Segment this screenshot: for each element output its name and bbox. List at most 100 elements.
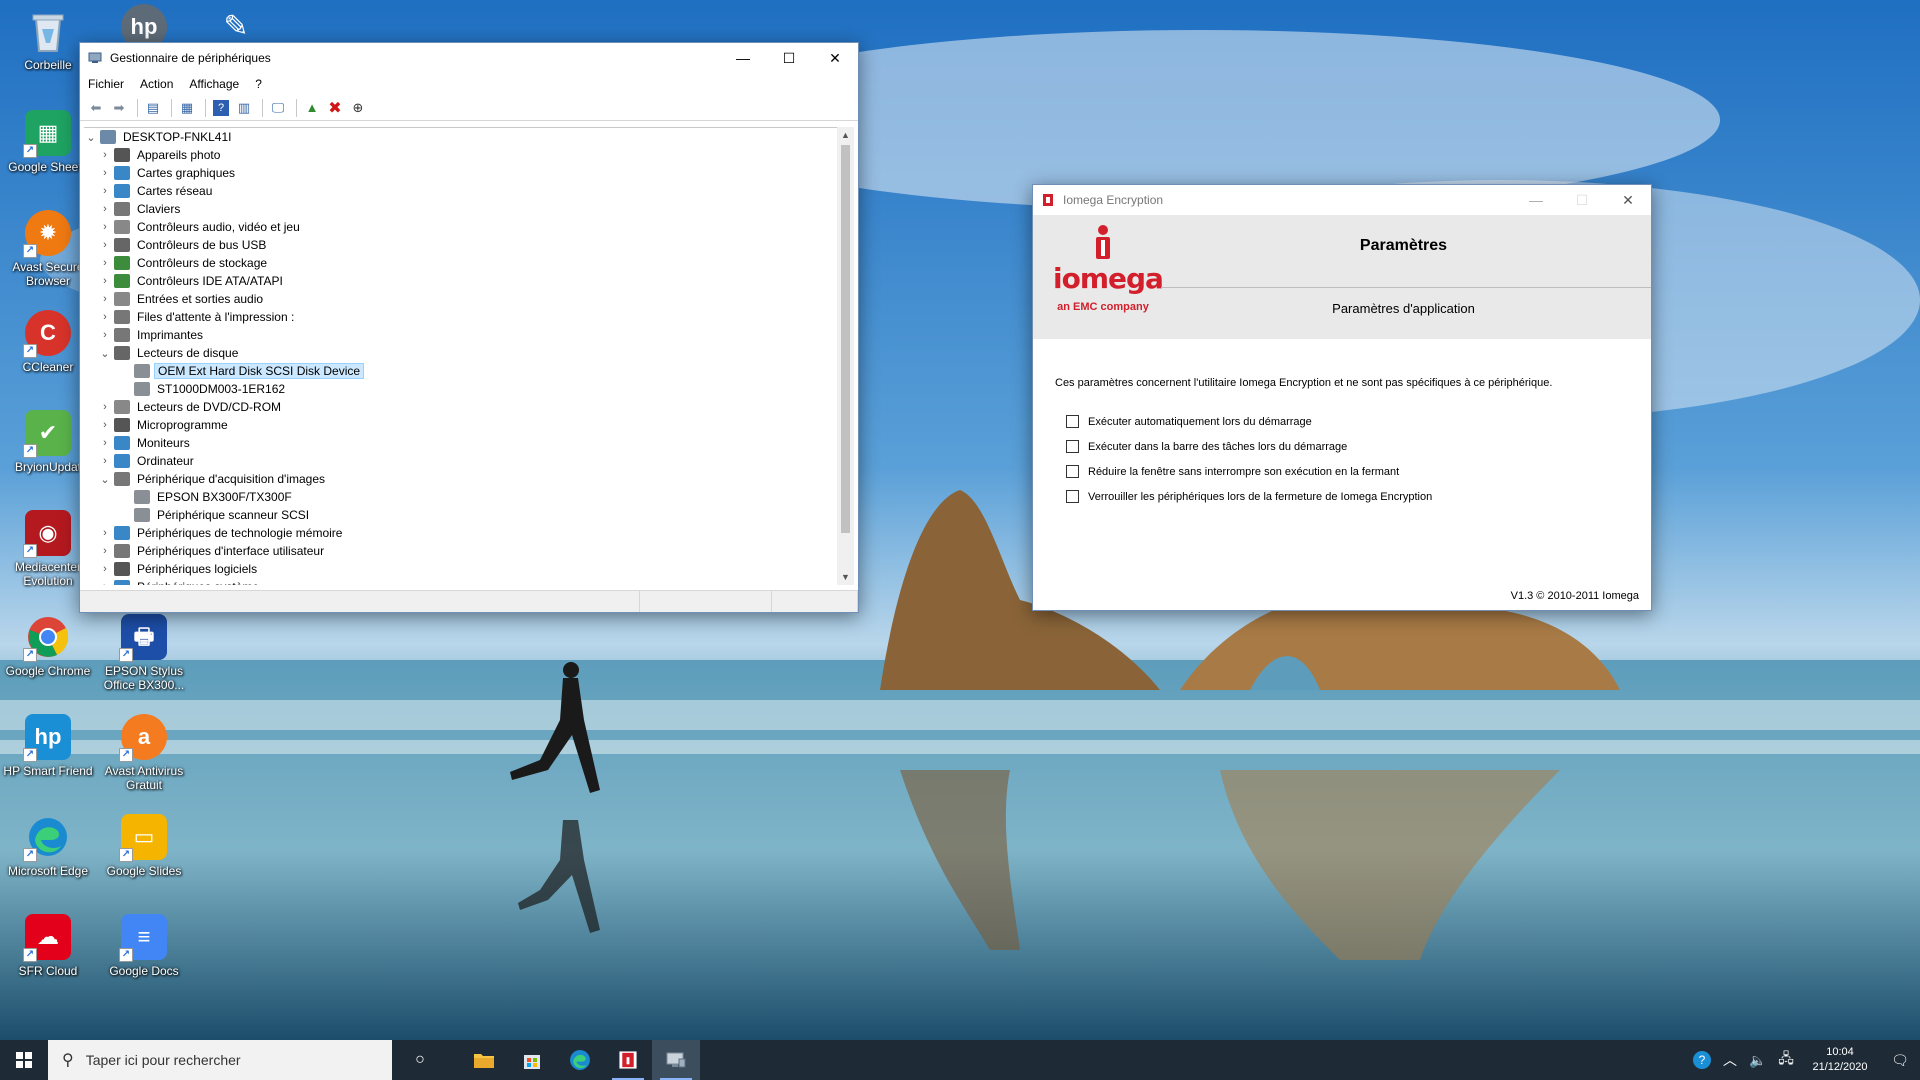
tree-category[interactable]: › Moniteurs — [84, 434, 839, 452]
chevron-right-icon[interactable]: › — [98, 239, 112, 251]
chevron-right-icon[interactable]: › — [98, 581, 112, 585]
scan-hardware-button[interactable]: 🖵 — [268, 98, 288, 118]
taskbar-store[interactable] — [508, 1040, 556, 1080]
tree-device[interactable]: ST1000DM003-1ER162 — [84, 380, 839, 398]
checkbox[interactable] — [1066, 490, 1079, 503]
option-autostart[interactable]: Exécuter automatiquement lors du démarra… — [1066, 415, 1312, 428]
chevron-right-icon[interactable]: › — [98, 149, 112, 161]
desktop-icon-google-docs[interactable]: ≡ ↗ Google Docs — [98, 914, 190, 978]
tree-category[interactable]: › Microprogramme — [84, 416, 839, 434]
chevron-down-icon[interactable]: ⌄ — [98, 347, 112, 360]
clock[interactable]: 10:04 21/12/2020 — [1800, 1045, 1880, 1075]
tree-category[interactable]: › Périphériques de technologie mémoire — [84, 524, 839, 542]
tree-category[interactable]: › Imprimantes — [84, 326, 839, 344]
tree-category[interactable]: › Périphériques d'interface utilisateur — [84, 542, 839, 560]
tree-category[interactable]: › Contrôleurs de bus USB — [84, 236, 839, 254]
scroll-up-icon[interactable]: ▲ — [837, 127, 854, 143]
taskbar-edge[interactable] — [556, 1040, 604, 1080]
tree-category[interactable]: › Entrées et sorties audio — [84, 290, 839, 308]
checkbox[interactable] — [1066, 415, 1079, 428]
properties-button[interactable]: ▦ — [177, 98, 197, 118]
chevron-right-icon[interactable]: › — [98, 563, 112, 575]
taskbar-device-manager[interactable] — [652, 1040, 700, 1080]
tree-category[interactable]: › Files d'attente à l'impression : — [84, 308, 839, 326]
chevron-right-icon[interactable]: › — [98, 185, 112, 197]
menu-action[interactable]: Action — [140, 77, 173, 91]
minimize-button[interactable]: — — [1513, 185, 1559, 215]
tree-category[interactable]: › Périphériques système — [84, 578, 839, 585]
desktop-icon-chrome[interactable]: ↗ Google Chrome — [2, 614, 94, 678]
scrollbar-thumb[interactable] — [841, 145, 850, 533]
back-button[interactable]: ⬅ — [86, 98, 106, 118]
chevron-right-icon[interactable]: › — [98, 293, 112, 305]
desktop-icon-edge[interactable]: ↗ Microsoft Edge — [2, 814, 94, 878]
scroll-down-icon[interactable]: ▼ — [837, 569, 854, 585]
chevron-right-icon[interactable]: › — [98, 167, 112, 179]
tree-category[interactable]: › Contrôleurs IDE ATA/ATAPI — [84, 272, 839, 290]
desktop-icon-hp-smart-friend[interactable]: hp ↗ HP Smart Friend — [2, 714, 94, 778]
desktop-icon-epson[interactable]: 🖶 ↗ EPSON Stylus Office BX300... — [98, 614, 190, 692]
task-view-button[interactable]: ○ — [396, 1040, 444, 1080]
close-button[interactable]: ✕ — [1605, 185, 1651, 215]
option-minimize-on-close[interactable]: Réduire la fenêtre sans interrompre son … — [1066, 465, 1399, 478]
network-button[interactable]: 🖧 — [1772, 1048, 1800, 1072]
tree-category[interactable]: › Périphériques logiciels — [84, 560, 839, 578]
device-manager-titlebar[interactable]: Gestionnaire de périphériques — ☐ ✕ — [80, 43, 858, 73]
uninstall-device-button[interactable]: ✖ — [325, 98, 345, 118]
tree-category[interactable]: › Ordinateur — [84, 452, 839, 470]
tree-category[interactable]: › Appareils photo — [84, 146, 839, 164]
taskbar-file-explorer[interactable] — [460, 1040, 508, 1080]
tree-device[interactable]: OEM Ext Hard Disk SCSI Disk Device — [84, 362, 839, 380]
maximize-button[interactable]: ☐ — [766, 43, 812, 73]
device-tree-scrollbar[interactable]: ▲ ▼ — [837, 127, 854, 585]
close-button[interactable]: ✕ — [812, 43, 858, 73]
desktop-icon-google-slides[interactable]: ▭ ↗ Google Slides — [98, 814, 190, 878]
tree-device[interactable]: EPSON BX300F/TX300F — [84, 488, 839, 506]
show-hide-tree-button[interactable]: ▤ — [143, 98, 163, 118]
menu-help[interactable]: ? — [255, 77, 262, 91]
chevron-right-icon[interactable]: › — [98, 545, 112, 557]
chevron-right-icon[interactable]: › — [98, 329, 112, 341]
tree-root-computer[interactable]: ⌄ DESKTOP-FNKL41I — [84, 128, 839, 146]
tree-category[interactable]: › Cartes graphiques — [84, 164, 839, 182]
volume-button[interactable]: 🔈 — [1744, 1052, 1772, 1069]
option-taskbar-startup[interactable]: Exécuter dans la barre des tâches lors d… — [1066, 440, 1347, 453]
chevron-right-icon[interactable]: › — [98, 311, 112, 323]
update-driver-button[interactable]: ▲ — [302, 98, 322, 118]
tree-category[interactable]: › Contrôleurs audio, vidéo et jeu — [84, 218, 839, 236]
chevron-right-icon[interactable]: › — [98, 419, 112, 431]
iomega-titlebar[interactable]: Iomega Encryption — ☐ ✕ — [1033, 185, 1651, 215]
taskbar-search[interactable]: ⚲ Taper ici pour rechercher — [48, 1040, 392, 1080]
tree-category[interactable]: ⌄ Lecteurs de disque — [84, 344, 839, 362]
show-hidden-icons-button[interactable]: ︿ — [1716, 1050, 1744, 1070]
chevron-right-icon[interactable]: › — [98, 437, 112, 449]
chevron-right-icon[interactable]: › — [98, 257, 112, 269]
chevron-right-icon[interactable]: › — [98, 527, 112, 539]
chevron-right-icon[interactable]: › — [98, 275, 112, 287]
chevron-right-icon[interactable]: › — [98, 401, 112, 413]
forward-button[interactable]: ➡ — [109, 98, 129, 118]
start-button[interactable] — [0, 1040, 48, 1080]
option-lock-on-exit[interactable]: Verrouiller les périphériques lors de la… — [1066, 490, 1432, 503]
tree-category[interactable]: › Lecteurs de DVD/CD-ROM — [84, 398, 839, 416]
download-button[interactable]: ⊕ — [348, 98, 368, 118]
help-button[interactable]: ? — [211, 98, 231, 118]
tree-device[interactable]: Périphérique scanneur SCSI — [84, 506, 839, 524]
chevron-down-icon[interactable]: ⌄ — [84, 131, 98, 144]
view-button[interactable]: ▥ — [234, 98, 254, 118]
menu-affichage[interactable]: Affichage — [189, 77, 239, 91]
tree-category[interactable]: › Contrôleurs de stockage — [84, 254, 839, 272]
chevron-right-icon[interactable]: › — [98, 221, 112, 233]
tree-category[interactable]: › Cartes réseau — [84, 182, 839, 200]
menu-fichier[interactable]: Fichier — [88, 77, 124, 91]
minimize-button[interactable]: — — [720, 43, 766, 73]
notifications-button[interactable]: 🗨 — [1880, 1052, 1920, 1069]
tree-category[interactable]: ⌄ Périphérique d'acquisition d'images — [84, 470, 839, 488]
desktop-icon-sfr-cloud[interactable]: ☁ ↗ SFR Cloud — [2, 914, 94, 978]
checkbox[interactable] — [1066, 440, 1079, 453]
tree-category[interactable]: › Claviers — [84, 200, 839, 218]
taskbar-iomega[interactable] — [604, 1040, 652, 1080]
checkbox[interactable] — [1066, 465, 1079, 478]
chevron-down-icon[interactable]: ⌄ — [98, 473, 112, 486]
chevron-right-icon[interactable]: › — [98, 455, 112, 467]
